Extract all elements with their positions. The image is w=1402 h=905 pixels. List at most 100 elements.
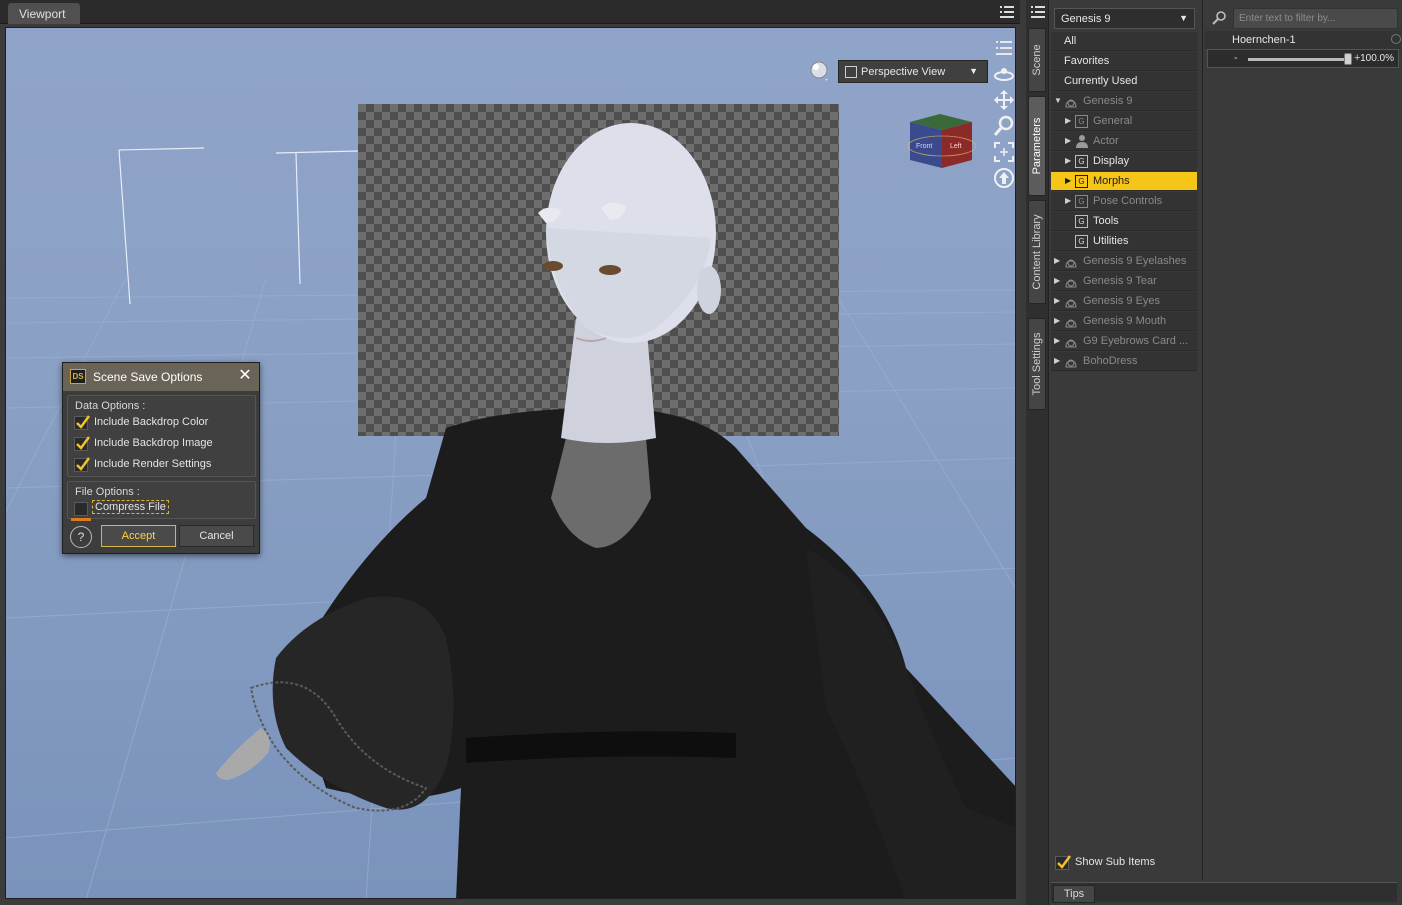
checkbox-checked[interactable] [74, 457, 91, 472]
property-row[interactable]: Hoernchen-1 [1205, 31, 1401, 49]
tab-tool-settings[interactable]: Tool Settings [1028, 318, 1046, 410]
slider-value[interactable]: 100.0% [1360, 53, 1394, 64]
tree-item-label: Display [1093, 155, 1130, 167]
collapsed-icon[interactable]: ▶ [1065, 196, 1071, 205]
tab-tips[interactable]: Tips [1053, 885, 1095, 903]
collapsed-icon[interactable]: ▶ [1054, 256, 1060, 265]
tree-item-genesis-9-eyelashes[interactable]: ▶ Genesis 9 Eyelashes [1051, 252, 1197, 271]
tree-item-general[interactable]: ▶ G General [1051, 112, 1197, 131]
tree-item-genesis-9-eyes[interactable]: ▶ Genesis 9 Eyes [1051, 292, 1197, 311]
tree-item-label: Genesis 9 Eyelashes [1083, 255, 1187, 267]
side-tab-strip: Scene Parameters Content Library Tool Se… [1026, 0, 1048, 905]
tree-item-label: Genesis 9 Tear [1083, 275, 1157, 287]
tree-item-actor[interactable]: ▶ Actor [1051, 132, 1197, 151]
group-icon: G [1075, 215, 1088, 228]
option-label: Compress File [92, 500, 169, 514]
tree-item-label: Favorites [1064, 55, 1110, 67]
pan-icon[interactable] [992, 88, 1016, 112]
tree-item-morphs[interactable]: ▶ G Morphs [1051, 172, 1197, 191]
cancel-button[interactable]: Cancel [179, 525, 254, 547]
tree-item-label: Morphs [1093, 175, 1130, 187]
slider-track[interactable] [1248, 58, 1348, 61]
tree-item-currently-used[interactable]: Currently Used [1051, 72, 1197, 91]
tree-item-label: Genesis 9 [1083, 95, 1133, 107]
tree-item-pose-controls[interactable]: ▶ G Pose Controls [1051, 192, 1197, 211]
scene-save-options-dialog: DS Scene Save Options ✕ Data Options : I… [62, 362, 260, 554]
tree-item-bohodress[interactable]: ▶ BohoDress [1051, 352, 1197, 371]
figure-icon [1065, 359, 1077, 368]
chevron-down-icon: ▼ [969, 66, 978, 76]
nav-cube-front-label: Front [916, 143, 932, 150]
dialog-footer: ? Accept Cancel [67, 523, 256, 551]
property-panel: Enter text to filter by... Hoernchen-1 -… [1202, 0, 1402, 880]
reset-view-icon[interactable] [992, 166, 1016, 190]
view-select[interactable]: Perspective View ▼ [838, 60, 988, 83]
dialog-titlebar[interactable]: DS Scene Save Options ✕ [63, 363, 259, 391]
collapsed-icon[interactable]: ▶ [1065, 116, 1071, 125]
tree-item-g9-eyebrows-card[interactable]: ▶ G9 Eyebrows Card ... [1051, 332, 1197, 351]
tab-label: Tool Settings [1031, 332, 1043, 396]
tree-item-label: Pose Controls [1093, 195, 1163, 207]
data-options-label: Data Options : [75, 400, 146, 412]
orbit-icon[interactable] [992, 62, 1016, 86]
tab-content-library[interactable]: Content Library [1028, 200, 1046, 304]
tree-item-genesis-9-mouth[interactable]: ▶ Genesis 9 Mouth [1051, 312, 1197, 331]
tab-parameters[interactable]: Parameters [1028, 96, 1046, 196]
nav-cube[interactable]: Front Left [906, 112, 976, 170]
tree-item-genesis-9[interactable]: ▼ Genesis 9 [1051, 92, 1197, 111]
checkbox-checked[interactable] [74, 415, 91, 430]
group-icon: G [1075, 235, 1088, 248]
collapsed-icon[interactable]: ▶ [1054, 316, 1060, 325]
search-icon [1212, 11, 1226, 25]
pane-options-icon[interactable] [992, 36, 1016, 60]
expanded-icon[interactable]: ▼ [1054, 96, 1062, 105]
tree-item-favorites[interactable]: Favorites [1051, 52, 1197, 71]
checkbox-checked[interactable] [74, 436, 91, 451]
tree-item-tools[interactable]: G Tools [1051, 212, 1197, 231]
pane-menu-icon[interactable] [1030, 4, 1046, 20]
collapsed-icon[interactable]: ▶ [1054, 336, 1060, 345]
figure-select-value: Genesis 9 [1061, 13, 1111, 25]
pane-menu-icon[interactable] [998, 4, 1016, 20]
property-slider[interactable]: - + 100.0% [1207, 49, 1399, 68]
frame-icon[interactable] [992, 140, 1016, 164]
option-label: Include Backdrop Image [94, 437, 213, 449]
group-icon: G [1075, 115, 1088, 128]
group-icon: G [1075, 195, 1088, 208]
slider-handle[interactable] [1344, 53, 1352, 65]
figure-icon [1065, 279, 1077, 288]
figure-select[interactable]: Genesis 9 ▼ [1054, 8, 1195, 29]
tree-item-label: Genesis 9 Mouth [1083, 315, 1167, 327]
tree-item-label: BohoDress [1083, 355, 1138, 367]
tree-item-label: General [1093, 115, 1133, 127]
filter-input[interactable]: Enter text to filter by... [1233, 8, 1398, 29]
tree-item-display[interactable]: ▶ G Display [1051, 152, 1197, 171]
collapsed-icon[interactable]: ▶ [1065, 136, 1071, 145]
actor-icon [1076, 135, 1088, 148]
collapsed-icon[interactable]: ▶ [1065, 156, 1071, 165]
collapsed-icon[interactable]: ▶ [1065, 176, 1071, 185]
checkbox-checked[interactable] [1055, 855, 1072, 870]
collapsed-icon[interactable]: ▶ [1054, 356, 1060, 365]
help-button[interactable]: ? [70, 526, 92, 548]
nav-cube-left-label: Left [950, 143, 962, 150]
tree-item-genesis-9-tear[interactable]: ▶ Genesis 9 Tear [1051, 272, 1197, 291]
figure-icon [1065, 299, 1077, 308]
checkbox-unchecked[interactable] [74, 502, 88, 516]
accept-button[interactable]: Accept [101, 525, 176, 547]
collapsed-icon[interactable]: ▶ [1054, 296, 1060, 305]
progress-indicator [71, 518, 91, 521]
tab-viewport[interactable]: Viewport [8, 3, 80, 24]
gear-icon[interactable] [1391, 34, 1401, 44]
tree-item-all[interactable]: All [1051, 32, 1197, 51]
render-preview-icon[interactable] [809, 60, 831, 82]
close-icon[interactable]: ✕ [237, 368, 253, 384]
zoom-icon[interactable] [992, 114, 1016, 138]
dialog-title: Scene Save Options [93, 370, 203, 384]
tab-scene[interactable]: Scene [1028, 28, 1046, 92]
decrement-button[interactable]: - [1234, 52, 1238, 64]
tree-item-utilities[interactable]: G Utilities [1051, 232, 1197, 251]
tree-item-label: Genesis 9 Eyes [1083, 295, 1161, 307]
collapsed-icon[interactable]: ▶ [1054, 276, 1060, 285]
figure-icon [1065, 339, 1077, 348]
